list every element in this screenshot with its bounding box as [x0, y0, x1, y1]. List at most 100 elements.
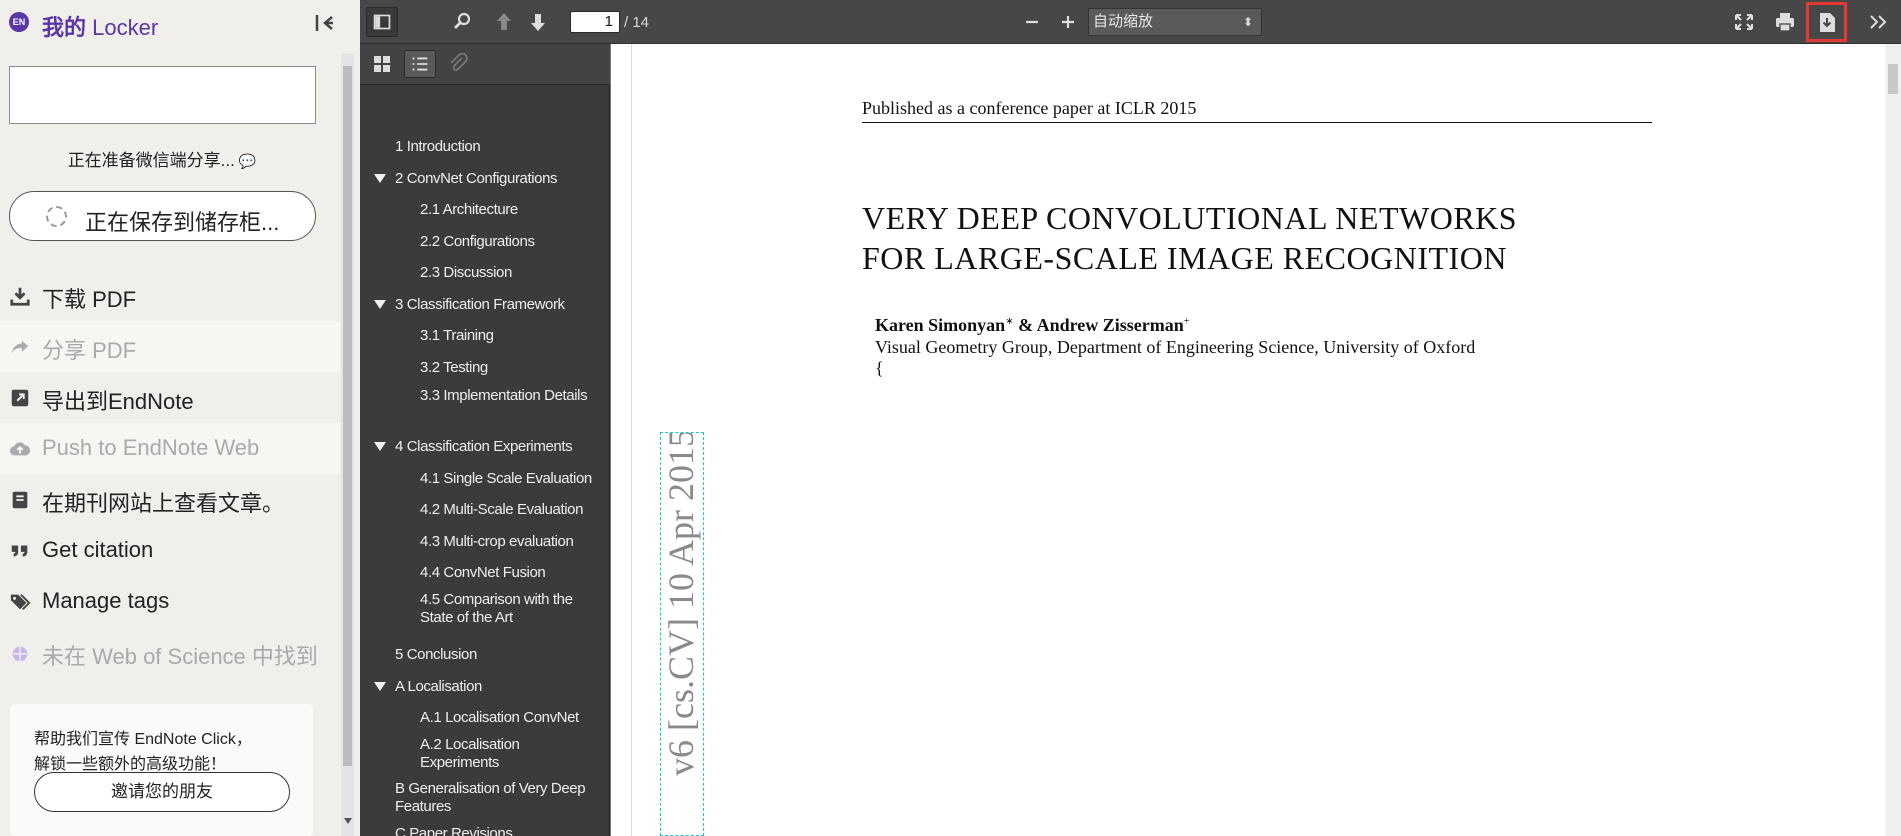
- tools-menu-icon[interactable]: [1863, 7, 1895, 37]
- save-to-locker-button[interactable]: 正在保存到储存柜...: [9, 191, 316, 241]
- promo-card: 帮助我们宣传 EndNote Click， 解锁一些额外的高级功能！ 邀请您的朋…: [10, 704, 313, 836]
- outline-item[interactable]: 2 ConvNet Configurations: [395, 170, 558, 188]
- share-icon: [9, 336, 31, 358]
- outline-item[interactable]: 3.1 Training: [420, 327, 494, 345]
- outline-item[interactable]: 4 Classification Experiments: [395, 438, 573, 456]
- outline-item[interactable]: 4.3 Multi-crop evaluation: [420, 533, 574, 551]
- outline-item[interactable]: 1 Introduction: [395, 138, 481, 156]
- outline-item[interactable]: A.2 Localisation Experiments: [420, 736, 580, 772]
- page-count: / 14: [624, 14, 650, 31]
- outline-item[interactable]: B Generalisation of Very Deep Features: [395, 780, 605, 816]
- outline-view-icon[interactable]: [404, 50, 436, 78]
- quote-icon: [9, 540, 31, 562]
- menu-item-get-citation[interactable]: Get citation: [0, 525, 340, 576]
- menu-item-label: 导出到EndNote: [42, 389, 194, 414]
- locker-panel: EN 我的 Locker 正在准备微信端分享... 💬 正在保存到储存柜... 下…: [0, 0, 340, 836]
- loading-spinner-icon: [46, 206, 67, 227]
- menu-item-download-pdf[interactable]: 下载 PDF: [0, 270, 340, 321]
- book-icon: [9, 489, 31, 511]
- print-icon[interactable]: [1769, 7, 1801, 37]
- outline-item[interactable]: 4.1 Single Scale Evaluation: [420, 470, 592, 488]
- locker-header: EN 我的 Locker: [0, 0, 340, 46]
- arxiv-stamp: v6 [cs.CV] 10 Apr 2015: [661, 432, 701, 776]
- save-to-locker-label: 正在保存到储存柜...: [85, 210, 280, 235]
- attachments-view-icon[interactable]: [442, 50, 474, 78]
- share-qr-box: [9, 66, 316, 124]
- outline-item[interactable]: 4.4 ConvNet Fusion: [420, 564, 546, 582]
- author-2-mark: +: [1183, 316, 1190, 327]
- document-area[interactable]: Published as a conference paper at ICLR …: [611, 44, 1901, 836]
- previous-page-icon[interactable]: [488, 7, 520, 37]
- arxiv-stamp-box: v6 [cs.CV] 10 Apr 2015: [660, 432, 704, 836]
- paper-authors: Karen Simonyan∗ & Andrew Zisserman+: [875, 315, 1189, 336]
- share-preparing-label: 正在准备微信端分享...: [67, 151, 235, 170]
- outline-item[interactable]: A.1 Localisation ConvNet: [420, 709, 579, 727]
- download-icon: [9, 285, 31, 307]
- menu-item-view-on-journal[interactable]: 在期刊网站上查看文章。: [0, 474, 340, 525]
- zoom-out-icon[interactable]: [1016, 7, 1048, 37]
- outline-item[interactable]: 3.2 Testing: [420, 359, 488, 377]
- scrollbar-thumb[interactable]: [1888, 64, 1898, 94]
- thumbnails-view-icon[interactable]: [366, 50, 398, 78]
- tags-icon: [9, 591, 31, 613]
- locker-title: 我的 Locker: [42, 10, 158, 42]
- running-head: Published as a conference paper at ICLR …: [862, 98, 1197, 118]
- search-icon[interactable]: [446, 7, 478, 37]
- pdf-toolbar: 1 / 14 自动缩放 ⬍: [360, 0, 1901, 44]
- cloud-upload-icon: [9, 438, 31, 460]
- zoom-select[interactable]: 自动缩放 ⬍: [1088, 8, 1262, 36]
- collapse-toggle-icon[interactable]: [374, 442, 386, 451]
- next-page-icon[interactable]: [522, 7, 554, 37]
- page-gutter: [611, 44, 632, 836]
- collapse-toggle-icon[interactable]: [374, 300, 386, 309]
- outline-item[interactable]: C Paper Revisions: [395, 825, 513, 836]
- author-2: Andrew Zisserman: [1036, 315, 1184, 335]
- presentation-mode-icon[interactable]: [1728, 7, 1760, 37]
- collapse-panel-icon[interactable]: [313, 11, 337, 35]
- menu-item-manage-tags[interactable]: Manage tags: [0, 576, 340, 627]
- paper-affiliation: Visual Geometry Group, Department of Eng…: [875, 337, 1476, 357]
- share-preparing-text: 正在准备微信端分享... 💬: [0, 146, 324, 171]
- outline-item[interactable]: 4.2 Multi-Scale Evaluation: [420, 501, 583, 519]
- outline-item[interactable]: 5 Conclusion: [395, 646, 477, 664]
- pdf-viewer: 1 / 14 自动缩放 ⬍ 1 Introduction 2 ConvNet C…: [360, 0, 1901, 836]
- outline-item[interactable]: 2.1 Architecture: [420, 201, 518, 219]
- paper-title-line-2: FOR LARGE-SCALE IMAGE RECOGNITION: [862, 240, 1507, 276]
- menu-item-label: Push to EndNote Web: [42, 435, 260, 460]
- wos-icon: [9, 642, 31, 664]
- collapse-toggle-icon[interactable]: [374, 174, 386, 183]
- menu-item-share-pdf[interactable]: 分享 PDF: [0, 321, 340, 372]
- menu-item-label: 未在 Web of Science 中找到: [42, 644, 318, 669]
- outline-item[interactable]: 3 Classification Framework: [395, 296, 565, 314]
- outline-item[interactable]: 4.5 Comparison with the State of the Art: [420, 591, 605, 627]
- invite-friends-button[interactable]: 邀请您的朋友: [34, 772, 290, 812]
- menu-item-label: 在期刊网站上查看文章。: [42, 491, 285, 516]
- download-highlight: [1806, 2, 1847, 42]
- scroll-down-arrow-icon[interactable]: [344, 818, 352, 824]
- outline-item[interactable]: 2.2 Configurations: [420, 233, 535, 251]
- zoom-in-icon[interactable]: [1052, 7, 1084, 37]
- author-1: Karen Simonyan: [875, 315, 1006, 335]
- toggle-sidebar-button[interactable]: [366, 7, 398, 37]
- document-scrollbar[interactable]: [1885, 44, 1901, 836]
- outline-item[interactable]: A Localisation: [395, 678, 482, 696]
- outline-item[interactable]: 3.3 Implementation Details: [420, 387, 605, 405]
- page-number-input[interactable]: 1: [570, 11, 620, 33]
- pdf-page: Published as a conference paper at ICLR …: [632, 44, 1852, 836]
- collapse-toggle-icon[interactable]: [374, 682, 386, 691]
- wechat-icon: 💬: [238, 153, 257, 169]
- menu-item-label: Get citation: [42, 537, 154, 562]
- outline-item[interactable]: 2.3 Discussion: [420, 264, 512, 282]
- promo-line-1: 帮助我们宣传 EndNote Click，: [34, 731, 252, 748]
- menu-item-push-endnote-web[interactable]: Push to EndNote Web: [0, 423, 340, 474]
- sidebar-tabs: [360, 44, 610, 85]
- locker-scrollbar[interactable]: [341, 54, 354, 836]
- page-right-margin: [1850, 44, 1885, 836]
- menu-item-label: 分享 PDF: [42, 338, 137, 363]
- locker-title-cn: 我的: [42, 15, 87, 40]
- scrollbar-thumb[interactable]: [343, 66, 352, 766]
- menu-item-export-endnote[interactable]: 导出到EndNote: [0, 372, 340, 423]
- menu-item-label: 下载 PDF: [42, 287, 137, 312]
- language-badge[interactable]: EN: [9, 12, 29, 32]
- chevron-updown-icon: ⬍: [1242, 15, 1253, 29]
